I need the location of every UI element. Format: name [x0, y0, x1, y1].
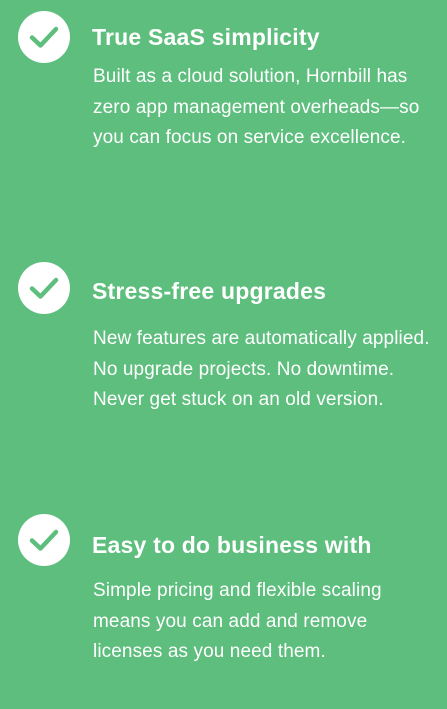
feature-description: Simple pricing and flexible scaling mean…: [93, 580, 382, 662]
checkmark-icon: [18, 262, 70, 314]
feature-title: True SaaS simplicity: [92, 24, 320, 50]
feature-description: Built as a cloud solution, Hornbill has …: [93, 66, 420, 148]
checkmark-icon: [18, 514, 70, 566]
feature-title: Easy to do business with: [92, 532, 372, 558]
checkmark-icon: [18, 11, 70, 63]
feature-title: Stress-free upgrades: [92, 278, 327, 304]
feature-description: New features are automatically applied. …: [93, 328, 430, 410]
